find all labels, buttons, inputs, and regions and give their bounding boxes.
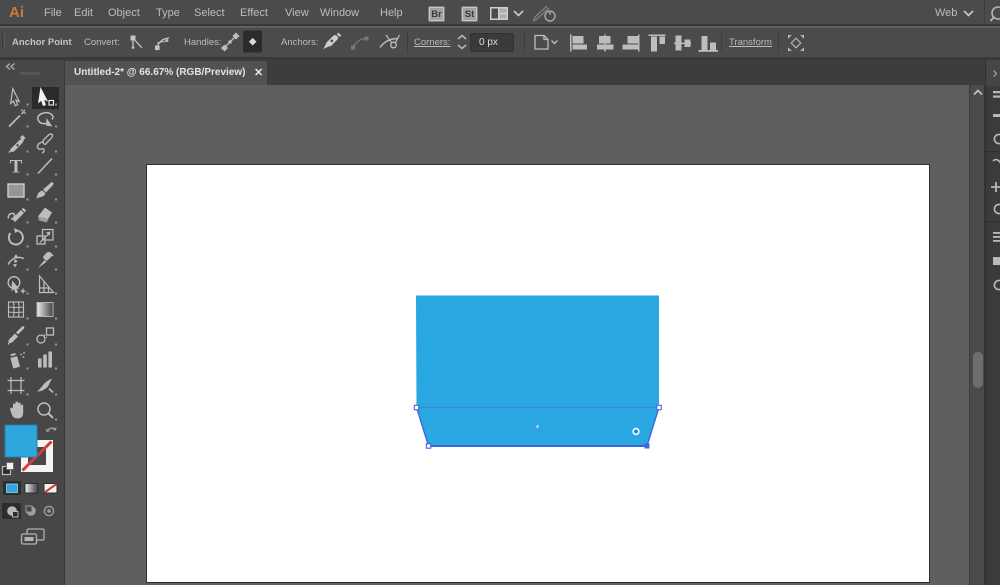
svg-text:T: T [10,157,23,178]
